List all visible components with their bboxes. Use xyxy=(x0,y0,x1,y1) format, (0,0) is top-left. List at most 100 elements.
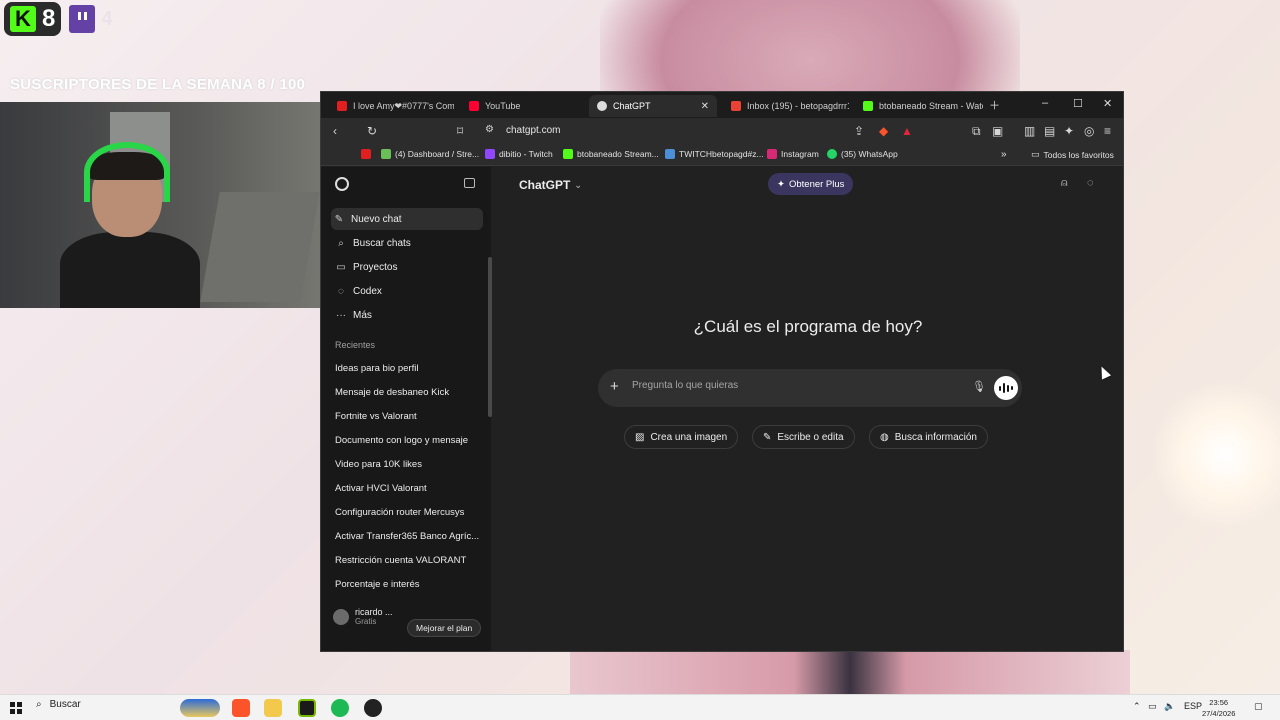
share-user-icon[interactable]: ⍝ xyxy=(1061,177,1068,190)
bookmark-item[interactable]: TWITCHbetopagd#z... xyxy=(665,149,764,159)
bookmark-item[interactable]: Instagram xyxy=(767,149,819,159)
brave-shields-icon[interactable]: ◆ xyxy=(879,124,888,138)
brave-icon[interactable] xyxy=(232,699,250,717)
maximize-icon[interactable]: ☐ xyxy=(1073,97,1083,110)
instagram-icon xyxy=(767,149,777,159)
sidebar-item-codex[interactable]: ◌ Codex xyxy=(333,280,483,302)
tab-item-active[interactable]: ChatGPT ✕ xyxy=(589,95,717,117)
microphone-icon[interactable]: 🎙 xyxy=(972,380,986,393)
recent-chat-item[interactable]: Video para 10K likes xyxy=(335,459,480,470)
chevron-up-icon[interactable]: ⌃ xyxy=(1133,701,1141,712)
openai-logo-icon[interactable] xyxy=(335,177,349,191)
all-bookmarks-folder[interactable]: ▭ Todos los favoritos xyxy=(1031,149,1114,160)
tab-item[interactable]: btobaneado Stream - Watc xyxy=(855,95,983,117)
tab-label: ChatGPT xyxy=(613,101,651,111)
user-name: ricardo ... xyxy=(355,607,393,617)
recent-chat-item[interactable]: Restricción cuenta VALORANT xyxy=(335,555,480,566)
nvidia-icon[interactable] xyxy=(298,699,316,717)
bookmark-item[interactable] xyxy=(361,149,371,159)
gmail-icon xyxy=(731,101,741,111)
bookmark-icon[interactable]: ⌑ xyxy=(457,124,463,138)
clock[interactable]: 23:56 27/4/2026 xyxy=(1202,697,1235,719)
folder-icon: ▭ xyxy=(1031,149,1040,159)
notifications-icon[interactable]: ▢ xyxy=(1254,701,1263,712)
edit-icon: ✎ xyxy=(334,213,344,225)
wallpaper-glow xyxy=(1150,380,1280,530)
chevron-down-icon: ⌄ xyxy=(574,179,582,190)
sidebar-item-projects[interactable]: ▭ Proyectos xyxy=(333,256,483,278)
address-bar[interactable]: chatgpt.com xyxy=(506,125,560,136)
recent-chat-item[interactable]: Porcentaje e interés xyxy=(335,579,480,590)
whatsapp-icon xyxy=(827,149,837,159)
vpn-icon[interactable]: ◎ xyxy=(1084,124,1094,138)
widget-icon[interactable] xyxy=(180,699,220,717)
wallet-icon[interactable]: ▤ xyxy=(1044,124,1055,138)
more-icon: ··· xyxy=(336,309,346,321)
sidebar-toggle-icon[interactable] xyxy=(464,178,475,188)
recent-chat-item[interactable]: Configuración router Mercusys xyxy=(335,507,480,518)
temporary-chat-icon[interactable]: ◌ xyxy=(1087,177,1094,189)
write-edit-button[interactable]: ✎ Escribe o edita xyxy=(752,425,855,449)
bookmark-item[interactable]: (35) WhatsApp xyxy=(827,149,898,159)
close-tab-icon[interactable]: ✕ xyxy=(701,101,709,112)
brave-rewards-icon[interactable]: ▲ xyxy=(901,124,913,138)
kick-count: 8 xyxy=(42,5,56,32)
spotify-icon[interactable] xyxy=(331,699,349,717)
recent-chat-item[interactable]: Ideas para bio perfil xyxy=(335,363,480,374)
sidebar-scrollbar[interactable] xyxy=(488,257,492,417)
reload-icon[interactable]: ↻ xyxy=(367,124,377,138)
add-attachment-icon[interactable]: + xyxy=(610,378,619,395)
share-icon[interactable]: ⇪ xyxy=(854,124,864,138)
minimize-icon[interactable]: – xyxy=(1042,97,1048,109)
sidebar-item-more[interactable]: ··· Más xyxy=(333,304,483,326)
sidebar-item-new-chat[interactable]: ✎ Nuevo chat xyxy=(331,208,483,230)
tab-label: YouTube xyxy=(485,101,521,111)
upgrade-plan-button[interactable]: Mejorar el plan xyxy=(407,619,482,637)
obs-icon[interactable] xyxy=(364,699,382,717)
taskbar-search[interactable]: ⌕ Buscar xyxy=(36,699,81,710)
file-explorer-icon[interactable] xyxy=(264,699,282,717)
site-settings-icon[interactable]: ⚙ xyxy=(485,124,494,135)
kick-icon: K xyxy=(10,6,36,32)
new-tab-icon[interactable]: ＋ xyxy=(989,97,1000,113)
sidebar-item-search-chats[interactable]: ⌕ Buscar chats xyxy=(333,232,483,254)
get-plus-button[interactable]: ✦ Obtener Plus xyxy=(768,173,854,195)
more-bookmarks-icon[interactable]: » xyxy=(1001,149,1007,160)
globe-icon: ◍ xyxy=(880,431,889,443)
search-info-button[interactable]: ◍ Busca información xyxy=(869,425,988,449)
language-indicator[interactable]: ESP xyxy=(1184,701,1202,711)
user-plan: Gratis xyxy=(355,617,377,626)
favicon xyxy=(665,149,675,159)
create-image-button[interactable]: ▨ Crea una imagen xyxy=(624,425,739,449)
windows-start-icon[interactable] xyxy=(10,702,22,714)
chat-main: ChatGPT ⌄ ✦ Obtener Plus ⍝ ◌ ¿Cuál es el… xyxy=(493,167,1123,651)
menu-icon[interactable]: ≡ xyxy=(1104,124,1111,138)
recent-chat-item[interactable]: Activar HVCI Valorant xyxy=(335,483,480,494)
recent-chat-item[interactable]: Documento con logo y mensaje xyxy=(335,435,480,446)
browser-toolbar: ‹ ↻ ⌑ ⚙ chatgpt.com ⇪ ◆ ▲ ⧉ ▣ ▥ ▤ ✦ ◎ ≡ xyxy=(321,118,1123,144)
back-icon[interactable]: ‹ xyxy=(333,124,337,138)
sidebar: ✎ Nuevo chat ⌕ Buscar chats ▭ Proyectos … xyxy=(321,167,492,651)
close-window-icon[interactable]: ✕ xyxy=(1103,97,1112,110)
bookmark-item[interactable]: (4) Dashboard / Stre... xyxy=(381,149,479,159)
recent-chat-item[interactable]: Fortnite vs Valorant xyxy=(335,411,480,422)
subs-goal-banner: SUSCRIPTORES DE LA SEMANA 8 / 100 xyxy=(10,76,306,93)
recent-chat-item[interactable]: Mensaje de desbaneo Kick xyxy=(335,387,480,398)
prompt-input[interactable] xyxy=(632,380,952,391)
tab-item[interactable]: Inbox (195) - betopagdrrr1 xyxy=(723,95,849,117)
headset xyxy=(84,142,170,202)
tab-item[interactable]: YouTube xyxy=(461,95,581,117)
extensions-icon[interactable]: ⧉ xyxy=(972,124,981,139)
volume-icon[interactable]: 🔈 xyxy=(1164,701,1175,712)
user-profile[interactable]: ricardo ... Gratis xyxy=(333,607,393,626)
sidebar-icon[interactable]: ▥ xyxy=(1024,124,1035,138)
tab-item[interactable]: I love Amy❤#0777's Comp xyxy=(329,95,454,117)
voice-mode-button[interactable] xyxy=(994,376,1018,400)
bookmark-item[interactable]: dibitio - Twitch xyxy=(485,149,553,159)
bookmark-item[interactable]: btobaneado Stream... xyxy=(563,149,659,159)
screenshot-icon[interactable]: ▣ xyxy=(992,124,1003,138)
network-icon[interactable]: ▭ xyxy=(1148,701,1157,712)
recent-chat-item[interactable]: Activar Transfer365 Banco Agríc... xyxy=(335,531,480,542)
leo-ai-icon[interactable]: ✦ xyxy=(1064,124,1074,138)
model-selector[interactable]: ChatGPT ⌄ xyxy=(519,178,582,192)
